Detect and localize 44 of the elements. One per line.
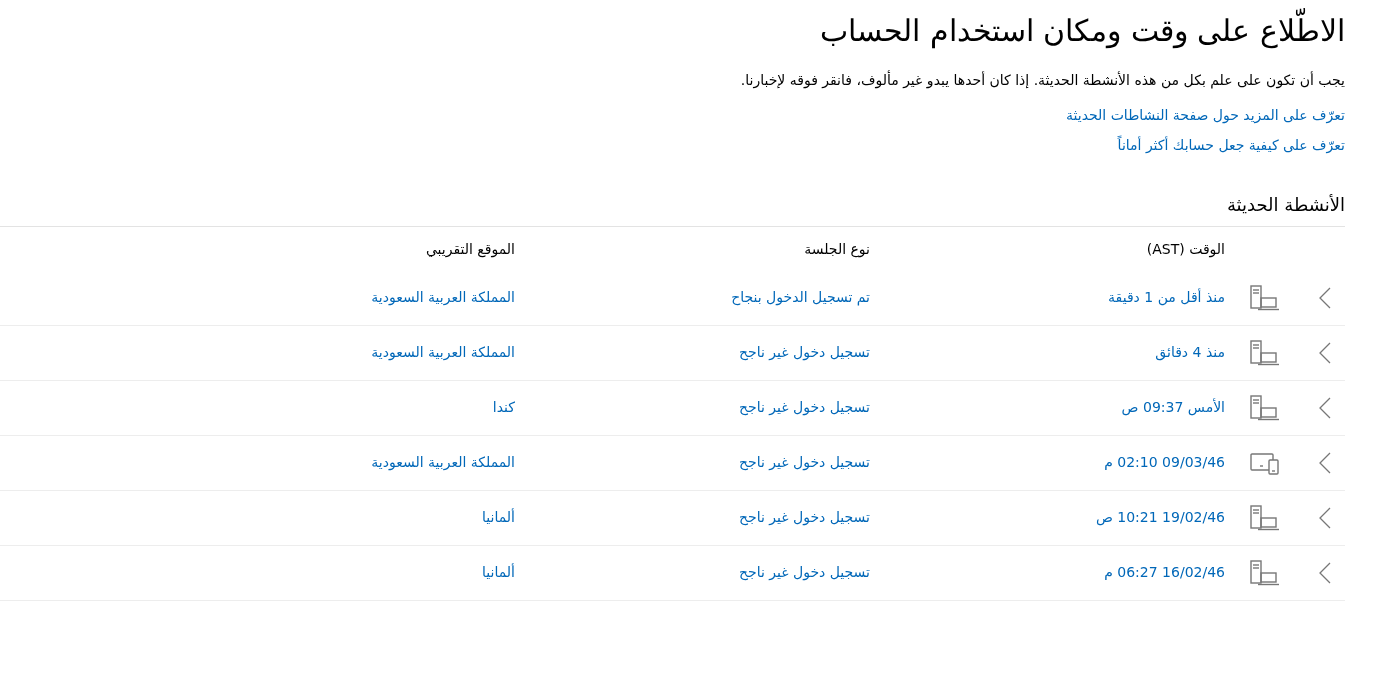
tablet-phone-icon bbox=[1250, 450, 1280, 475]
chevron-icon[interactable] bbox=[1319, 396, 1331, 419]
session-type-text: تسجيل دخول غير ناجح bbox=[738, 399, 870, 416]
intro-text: يجب أن تكون على علم بكل من هذه الأنشطة الحديثة. إذا كان أحدها يبدو غير مألوف، فانقر فوقه لإخبارنا. bbox=[739, 70, 1345, 91]
session-type-text: تسجيل دخول غير ناجح bbox=[738, 344, 870, 361]
page-title: الاطّلاع على وقت ومكان استخدام الحساب bbox=[0, 10, 1345, 52]
help-link[interactable]: تعرّف على كيفية جعل حسابك أكثر أماناً bbox=[1117, 137, 1345, 153]
time-text: منذ أقل من 1 دقيقة bbox=[1108, 289, 1225, 306]
time-text: 09/03/46 02:10 م bbox=[1104, 454, 1225, 471]
desktop-laptop-icon bbox=[1250, 339, 1280, 366]
activity-row[interactable]: 09/03/46 02:10 م تسجيل دخول غير ناجح المملكة العربية السعودية bbox=[0, 435, 1345, 491]
desktop-laptop-icon bbox=[1250, 504, 1280, 531]
help-link[interactable]: تعرّف على المزيد حول صفحة النشاطات الحديثة bbox=[1066, 107, 1345, 123]
activity-row[interactable]: 16/02/46 06:27 م تسجيل دخول غير ناجح ألمانيا bbox=[0, 545, 1345, 601]
time-text: منذ 4 دقائق bbox=[1155, 344, 1225, 361]
desktop-laptop-icon bbox=[1250, 284, 1280, 311]
activity-row[interactable]: 19/02/46 10:21 ص تسجيل دخول غير ناجح ألمانيا bbox=[0, 490, 1345, 546]
location-text: ألمانيا bbox=[482, 509, 515, 526]
chevron-icon[interactable] bbox=[1319, 451, 1331, 474]
chevron-icon[interactable] bbox=[1319, 341, 1331, 364]
activity-row[interactable]: الأمس 09:37 ص تسجيل دخول غير ناجح كندا bbox=[0, 380, 1345, 436]
location-text: المملكة العربية السعودية bbox=[371, 454, 515, 471]
location-text: كندا bbox=[492, 399, 515, 416]
session-type-text: تسجيل دخول غير ناجح bbox=[738, 509, 870, 526]
chevron-icon[interactable] bbox=[1319, 561, 1331, 584]
column-header: الوقت (AST) bbox=[1146, 241, 1225, 258]
session-type-text: تسجيل دخول غير ناجح bbox=[738, 454, 870, 471]
time-text: 16/02/46 06:27 م bbox=[1104, 564, 1225, 581]
time-text: الأمس 09:37 ص bbox=[1121, 399, 1225, 416]
time-text: 19/02/46 10:21 ص bbox=[1095, 509, 1225, 526]
session-type-text: تسجيل دخول غير ناجح bbox=[738, 564, 870, 581]
location-text: المملكة العربية السعودية bbox=[371, 289, 515, 306]
session-type-text: تم تسجيل الدخول بنجاح bbox=[731, 289, 870, 306]
section-title: الأنشطة الحديثة bbox=[1225, 194, 1345, 216]
chevron-icon[interactable] bbox=[1319, 286, 1331, 309]
activity-row[interactable]: منذ أقل من 1 دقيقة تم تسجيل الدخول بنجاح المملكة العربية السعودية bbox=[0, 270, 1345, 326]
desktop-laptop-icon bbox=[1250, 559, 1280, 586]
chevron-icon[interactable] bbox=[1319, 506, 1331, 529]
location-text: المملكة العربية السعودية bbox=[371, 344, 515, 361]
column-header: الموقع التقريبي bbox=[425, 241, 515, 258]
activity-row[interactable]: منذ 4 دقائق تسجيل دخول غير ناجح المملكة العربية السعودية bbox=[0, 325, 1345, 381]
location-text: ألمانيا bbox=[482, 564, 515, 581]
desktop-laptop-icon bbox=[1250, 394, 1280, 421]
column-header: نوع الجلسة bbox=[804, 241, 870, 258]
